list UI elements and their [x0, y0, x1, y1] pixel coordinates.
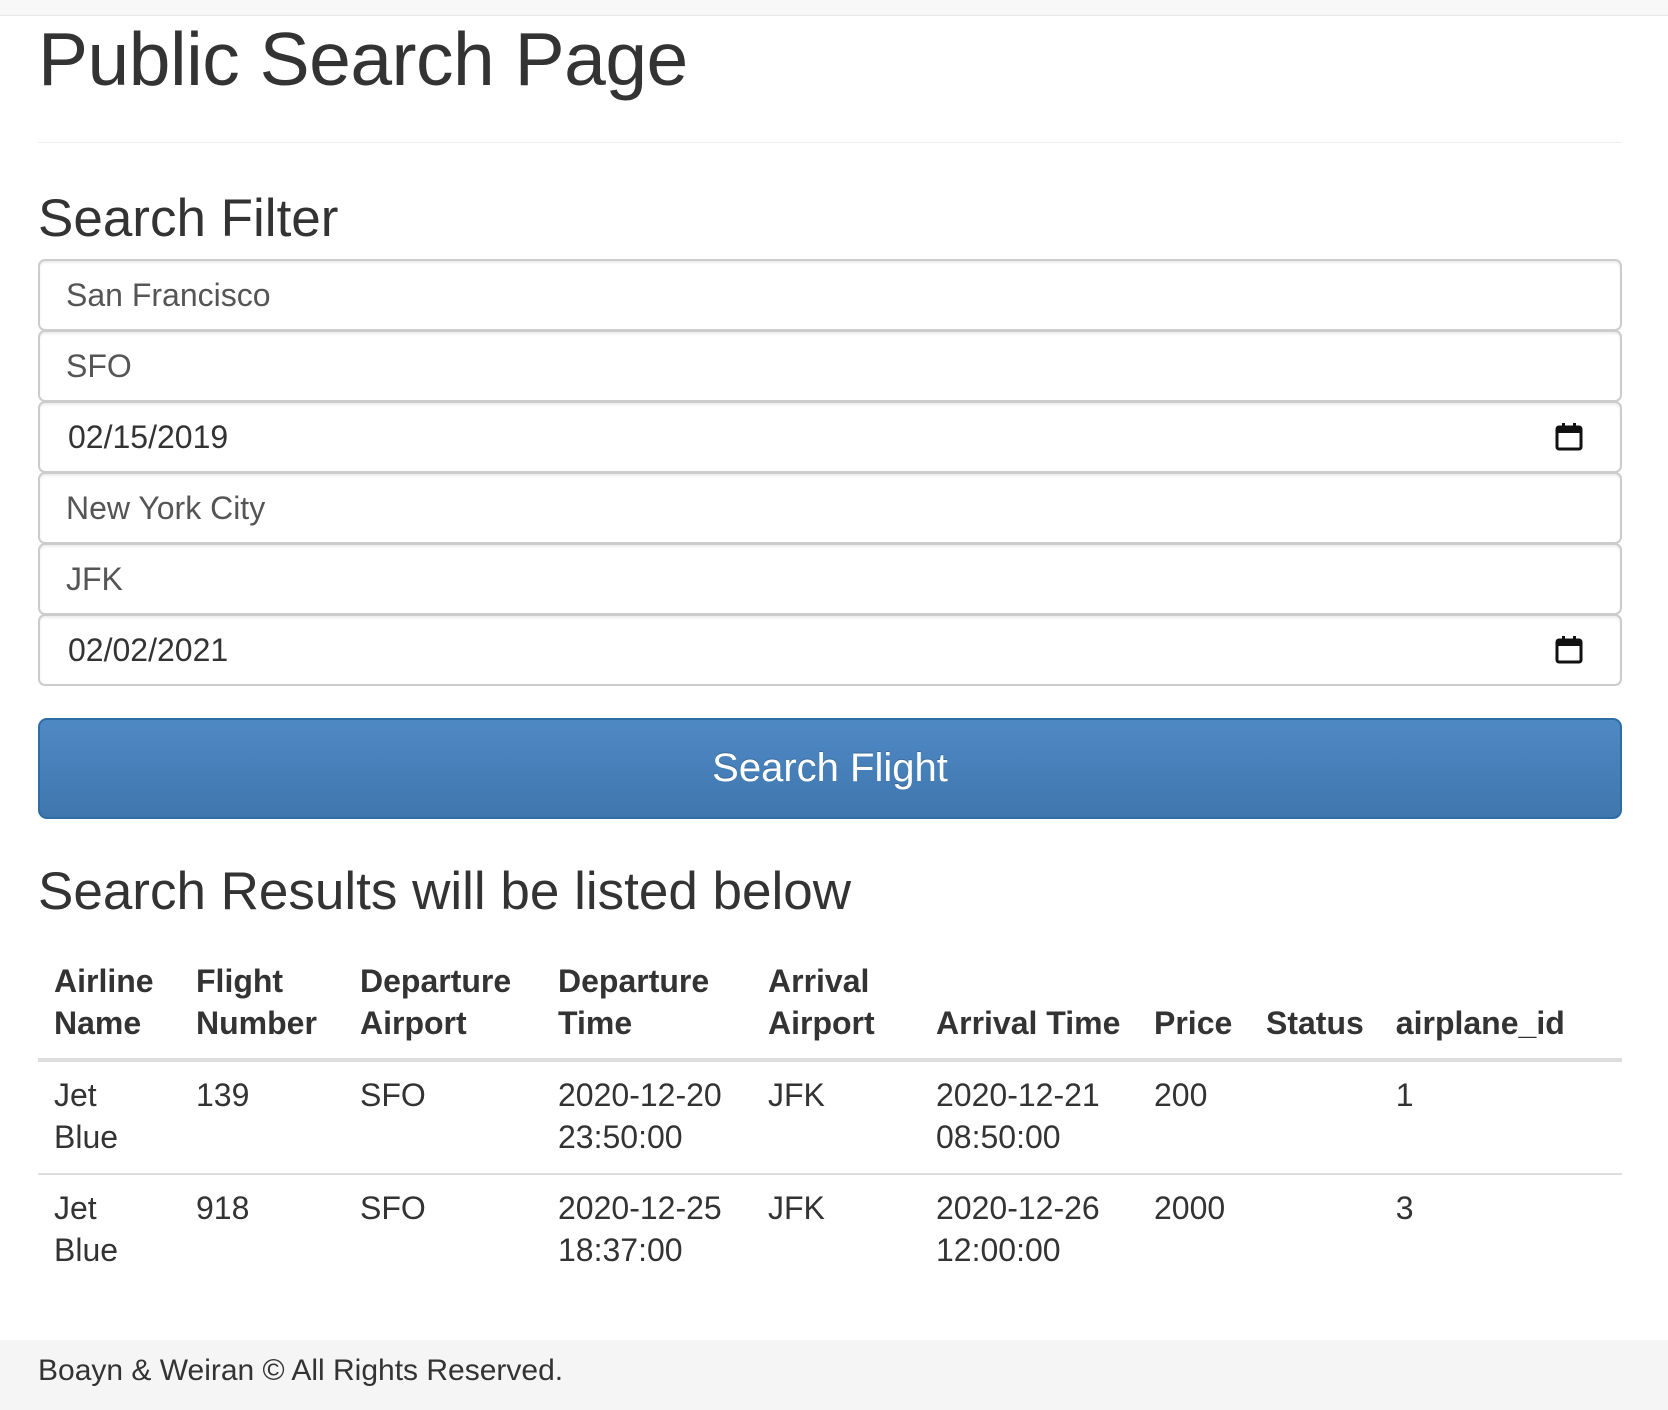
cell-flight-number: 139	[180, 1060, 344, 1175]
cell-departure-time: 2020-12-20 23:50:00	[542, 1060, 752, 1175]
cell-departure-time: 2020-12-25 18:37:00	[558, 1190, 722, 1268]
column-header-departure-airport: Departure Airport	[344, 950, 542, 1062]
cell-arrival-airport: JFK	[768, 1190, 825, 1226]
column-header-status: Status	[1250, 950, 1380, 1062]
column-header-arrival-time: Arrival Time	[920, 950, 1138, 1062]
source-city-input[interactable]: San Francisco	[38, 259, 1622, 331]
footer: Boayn & Weiran © All Rights Reserved.	[0, 1340, 1668, 1410]
cell-price: 2000	[1154, 1190, 1226, 1226]
table-header-row: Airline Name Flight Number Departure Air…	[38, 950, 1622, 1062]
cell-airline-name: Jet Blue	[54, 1190, 119, 1268]
column-header-airline-name: Airline Name	[38, 950, 180, 1062]
table-row: Jet Blue 139 SFO 2020-12-20 23:50:00 JFK…	[38, 1060, 1622, 1175]
arrival-date-input[interactable]: 02/02/2021	[38, 614, 1622, 686]
cell-arrival-time: 2020-12-21 08:50:00	[920, 1060, 1138, 1175]
calendar-icon[interactable]	[1554, 635, 1584, 665]
table-row: Jet Blue 918 SFO 2020-12-25 18:37:00 JFK…	[38, 1174, 1622, 1286]
search-results-heading: Search Results will be listed below	[38, 862, 852, 921]
destination-city-value: New York City	[66, 489, 266, 526]
cell-status	[1250, 1174, 1380, 1286]
cell-departure-airport: SFO	[360, 1190, 426, 1226]
destination-airport-input[interactable]: JFK	[38, 543, 1622, 615]
column-header-flight-number: Flight Number	[180, 950, 344, 1062]
column-header-arrival-airport: Arrival Airport	[752, 950, 920, 1062]
cell-arrival-airport: JFK	[752, 1060, 920, 1175]
destination-airport-value: JFK	[66, 560, 123, 597]
cell-airplane-id: 3	[1395, 1190, 1414, 1226]
calendar-icon[interactable]	[1554, 422, 1584, 452]
search-flight-button[interactable]: Search Flight	[38, 718, 1622, 819]
departure-date-input[interactable]: 02/15/2019	[38, 401, 1622, 473]
destination-city-input[interactable]: New York City	[38, 472, 1622, 544]
cell-airplane-id: 1	[1379, 1060, 1622, 1175]
footer-copyright: Boayn & Weiran © All Rights Reserved.	[38, 1354, 564, 1387]
page-title: Public Search Page	[38, 17, 688, 101]
cell-airline-name: Jet Blue	[38, 1060, 180, 1175]
column-header-price: Price	[1138, 950, 1250, 1062]
column-header-departure-time: Departure Time	[542, 950, 752, 1062]
column-header-airplane-id: airplane_id	[1379, 950, 1622, 1062]
source-city-value: San Francisco	[66, 276, 271, 313]
arrival-date-value: 02/02/2021	[68, 631, 229, 668]
cell-flight-number: 918	[196, 1190, 250, 1226]
source-airport-value: SFO	[66, 347, 132, 384]
results-table: Airline Name Flight Number Departure Air…	[38, 950, 1622, 1286]
cell-arrival-time: 2020-12-26 12:00:00	[936, 1190, 1100, 1268]
source-airport-input[interactable]: SFO	[38, 330, 1622, 402]
title-divider	[38, 142, 1622, 143]
cell-departure-airport: SFO	[344, 1060, 542, 1175]
cell-status	[1250, 1060, 1380, 1175]
departure-date-value: 02/15/2019	[68, 418, 229, 455]
cell-price: 200	[1138, 1060, 1250, 1175]
search-filter-heading: Search Filter	[38, 189, 339, 248]
